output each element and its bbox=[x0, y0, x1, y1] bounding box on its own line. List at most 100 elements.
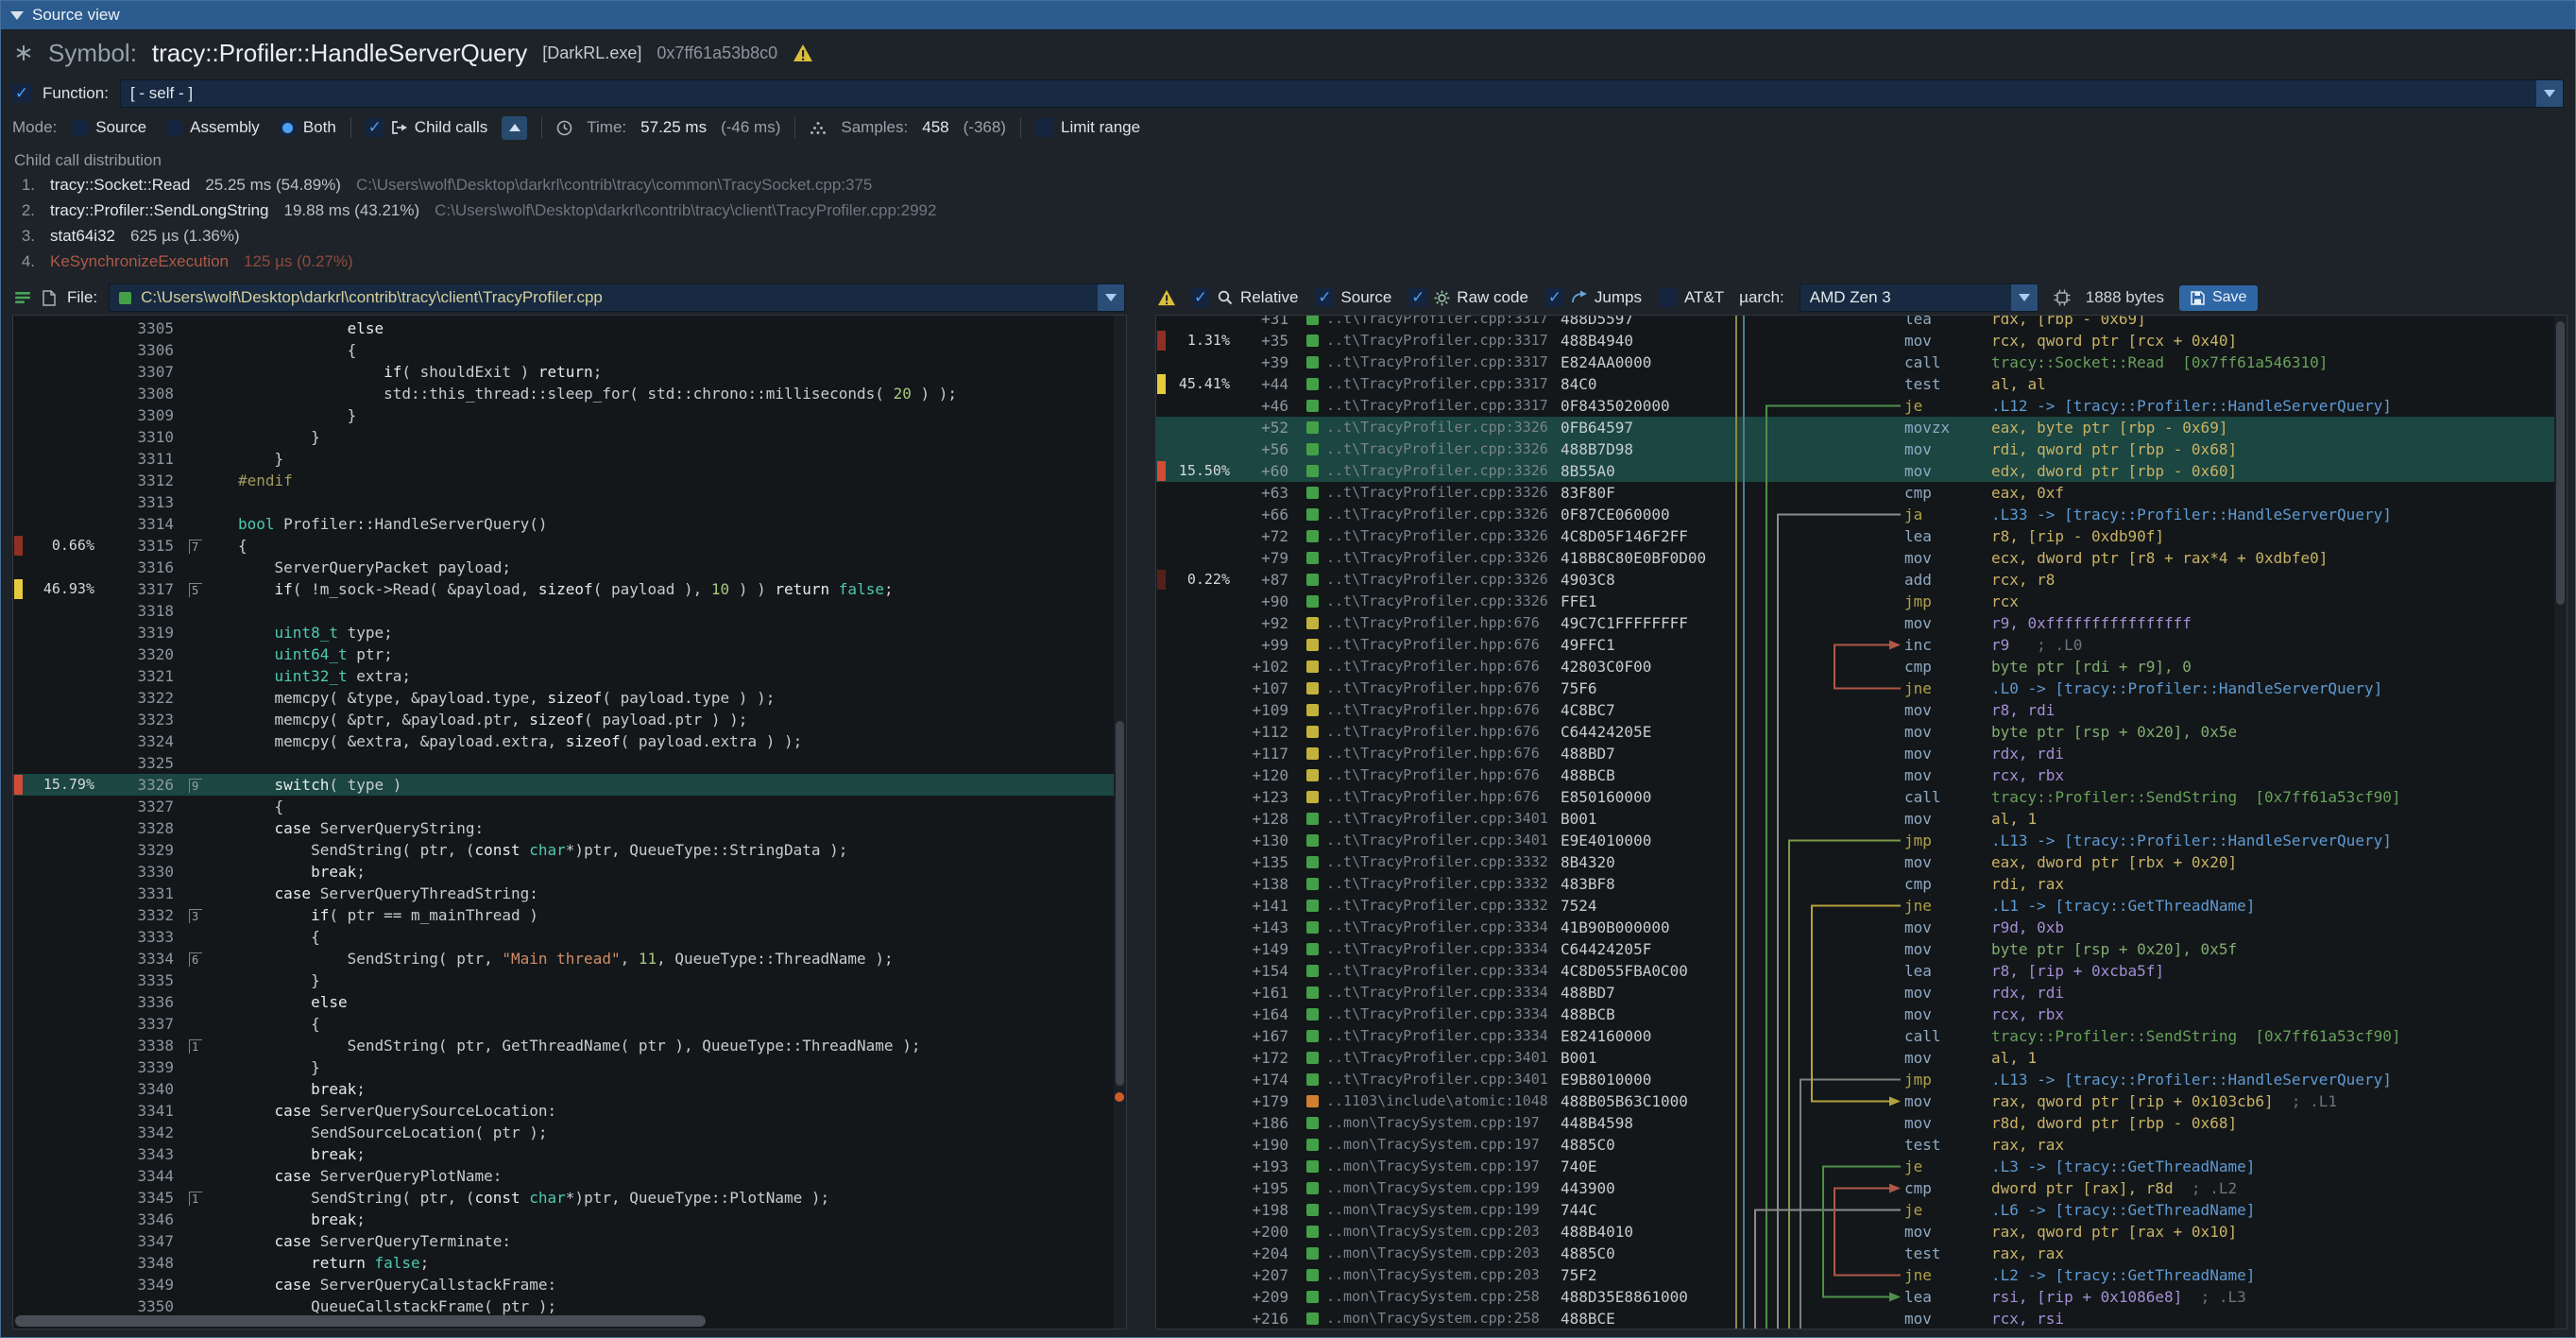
source-line[interactable]: 3331 case ServerQueryThreadString: bbox=[13, 883, 1126, 904]
source-line[interactable]: 3311 } bbox=[13, 448, 1126, 470]
asm-row[interactable]: +102..t\TracyProfiler.hpp:67642803C0F00c… bbox=[1156, 656, 2567, 678]
asm-row[interactable]: +31..t\TracyProfiler.cpp:3317488D5597lea… bbox=[1156, 315, 2567, 330]
asm-source-location[interactable]: ..t\TracyProfiler.cpp:3332 bbox=[1326, 895, 1561, 917]
mode-radio-assembly[interactable]: Assembly bbox=[165, 118, 260, 137]
asm-row[interactable]: +56..t\TracyProfiler.cpp:3326488B7D98mov… bbox=[1156, 438, 2567, 460]
parent-frame-button[interactable] bbox=[502, 116, 527, 140]
asm-row[interactable]: +143..t\TracyProfiler.cpp:333441B90B0000… bbox=[1156, 917, 2567, 938]
asm-row[interactable]: +90..t\TracyProfiler.cpp:3326FFE1jmprcx bbox=[1156, 591, 2567, 612]
asm-source-location[interactable]: ..t\TracyProfiler.cpp:3332 bbox=[1326, 873, 1561, 895]
source-line[interactable]: 3340 break; bbox=[13, 1078, 1126, 1100]
source-line[interactable]: 3341 case ServerQuerySourceLocation: bbox=[13, 1100, 1126, 1122]
asm-source-location[interactable]: ..mon\TracySystem.cpp:199 bbox=[1326, 1177, 1561, 1199]
asm-source-location[interactable]: ..t\TracyProfiler.cpp:3317 bbox=[1326, 330, 1561, 352]
asm-source-location[interactable]: ..t\TracyProfiler.cpp:3332 bbox=[1326, 851, 1561, 873]
source-line[interactable]: 3316 ServerQueryPacket payload; bbox=[13, 557, 1126, 578]
march-combo-button[interactable] bbox=[2011, 284, 2038, 311]
asm-row[interactable]: +190..mon\TracySystem.cpp:1974885C0testr… bbox=[1156, 1134, 2567, 1156]
asm-row[interactable]: +209..mon\TracySystem.cpp:258488D35E8861… bbox=[1156, 1286, 2567, 1308]
source-line[interactable]: 46.93%33175 if( !m_sock->Read( &payload,… bbox=[13, 578, 1126, 600]
function-checkbox[interactable] bbox=[12, 84, 31, 103]
asm-source-location[interactable]: ..t\TracyProfiler.hpp:676 bbox=[1326, 678, 1561, 699]
asm-source-location[interactable]: ..t\TracyProfiler.cpp:3401 bbox=[1326, 808, 1561, 830]
source-line[interactable]: 3307 if( shouldExit ) return; bbox=[13, 361, 1126, 383]
asm-row[interactable]: +135..t\TracyProfiler.cpp:33328B4320move… bbox=[1156, 851, 2567, 873]
asm-source-location[interactable]: ..mon\TracySystem.cpp:199 bbox=[1326, 1199, 1561, 1221]
asm-source-location[interactable]: ..mon\TracySystem.cpp:258 bbox=[1326, 1308, 1561, 1329]
asm-source-location[interactable]: ..mon\TracySystem.cpp:197 bbox=[1326, 1156, 1561, 1177]
asm-source-location[interactable]: ..t\TracyProfiler.cpp:3326 bbox=[1326, 504, 1561, 525]
source-line[interactable]: 3313 bbox=[13, 491, 1126, 513]
child-calls-toggle[interactable]: Child calls bbox=[366, 118, 487, 137]
source-line[interactable]: 3337 { bbox=[13, 1013, 1126, 1035]
function-combo[interactable]: [ - self - ] bbox=[120, 79, 2564, 108]
asm-source-location[interactable]: ..t\TracyProfiler.cpp:3401 bbox=[1326, 1069, 1561, 1090]
mode-radio-both[interactable]: Both bbox=[279, 118, 336, 137]
asm-row[interactable]: +130..t\TracyProfiler.cpp:3401E9E4010000… bbox=[1156, 830, 2567, 851]
source-line[interactable]: 3305 else bbox=[13, 317, 1126, 339]
source-line[interactable]: 3335 } bbox=[13, 969, 1126, 991]
source-line[interactable]: 3349 case ServerQueryCallstackFrame: bbox=[13, 1274, 1126, 1295]
asm-row[interactable]: 15.50%+60..t\TracyProfiler.cpp:33268B55A… bbox=[1156, 460, 2567, 482]
source-line[interactable]: 3310 } bbox=[13, 426, 1126, 448]
asm-row[interactable]: +179..1103\include\atomic:1048488B05B63C… bbox=[1156, 1090, 2567, 1112]
limit-range-checkbox[interactable] bbox=[1035, 118, 1054, 137]
source-line[interactable]: 3314bool Profiler::HandleServerQuery() bbox=[13, 513, 1126, 535]
asm-source-location[interactable]: ..t\TracyProfiler.cpp:3317 bbox=[1326, 315, 1561, 330]
asm-source-location[interactable]: ..t\TracyProfiler.cpp:3326 bbox=[1326, 460, 1561, 482]
asm-row[interactable]: +216..mon\TracySystem.cpp:258488BCEmovrc… bbox=[1156, 1308, 2567, 1329]
asm-row[interactable]: +92..t\TracyProfiler.hpp:67649C7C1FFFFFF… bbox=[1156, 612, 2567, 634]
file-combo[interactable]: C:\Users\wolf\Desktop\darkrl\contrib\tra… bbox=[109, 283, 1125, 312]
asm-toggle-relative[interactable]: Relative bbox=[1191, 288, 1298, 307]
source-line[interactable]: 3347 case ServerQueryTerminate: bbox=[13, 1230, 1126, 1252]
asm-row[interactable]: +164..t\TracyProfiler.cpp:3334488BCBmovr… bbox=[1156, 1004, 2567, 1025]
asm-source-location[interactable]: ..t\TracyProfiler.cpp:3334 bbox=[1326, 938, 1561, 960]
source-line[interactable]: 3327 { bbox=[13, 796, 1126, 817]
radio-circle[interactable] bbox=[71, 119, 89, 137]
asm-row[interactable]: 45.41%+44..t\TracyProfiler.cpp:331784C0t… bbox=[1156, 373, 2567, 395]
asm-row[interactable]: +141..t\TracyProfiler.cpp:33327524jne.L1… bbox=[1156, 895, 2567, 917]
function-combo-button[interactable] bbox=[2536, 80, 2563, 107]
source-line[interactable]: 3343 break; bbox=[13, 1143, 1126, 1165]
asm-source-location[interactable]: ..t\TracyProfiler.cpp:3326 bbox=[1326, 525, 1561, 547]
asm-toggle-source-checkbox[interactable] bbox=[1315, 288, 1334, 307]
assembly-vertical-scrollbar[interactable] bbox=[2554, 316, 2567, 1329]
asm-row[interactable]: +193..mon\TracySystem.cpp:197740Eje.L3 -… bbox=[1156, 1156, 2567, 1177]
asm-source-location[interactable]: ..t\TracyProfiler.cpp:3326 bbox=[1326, 591, 1561, 612]
child-call-item[interactable]: 3.stat64i32625 µs (1.36%) bbox=[14, 223, 2562, 249]
asm-row[interactable]: 0.22%+87..t\TracyProfiler.cpp:33264903C8… bbox=[1156, 569, 2567, 591]
source-line[interactable]: 3324 memcpy( &extra, &payload.extra, siz… bbox=[13, 730, 1126, 752]
asm-row[interactable]: +198..mon\TracySystem.cpp:199744Cje.L6 -… bbox=[1156, 1199, 2567, 1221]
file-combo-button[interactable] bbox=[1098, 284, 1124, 311]
asm-source-location[interactable]: ..t\TracyProfiler.hpp:676 bbox=[1326, 764, 1561, 786]
asm-row[interactable]: +149..t\TracyProfiler.cpp:3334C64424205F… bbox=[1156, 938, 2567, 960]
source-line[interactable]: 3318 bbox=[13, 600, 1126, 622]
asm-toggle-jumps-checkbox[interactable] bbox=[1545, 288, 1564, 307]
asm-toggle-jumps[interactable]: Jumps bbox=[1545, 288, 1642, 307]
asm-source-location[interactable]: ..mon\TracySystem.cpp:203 bbox=[1326, 1264, 1561, 1286]
asm-source-location[interactable]: ..t\TracyProfiler.cpp:3334 bbox=[1326, 960, 1561, 982]
asm-source-location[interactable]: ..t\TracyProfiler.hpp:676 bbox=[1326, 699, 1561, 721]
asm-row[interactable]: +46..t\TracyProfiler.cpp:33170F843502000… bbox=[1156, 395, 2567, 417]
asm-row[interactable]: +117..t\TracyProfiler.hpp:676488BD7movrd… bbox=[1156, 743, 2567, 764]
source-line[interactable]: 33451 SendString( ptr, (const char*)ptr,… bbox=[13, 1187, 1126, 1209]
asm-toggle-source[interactable]: Source bbox=[1315, 288, 1391, 307]
asm-source-location[interactable]: ..t\TracyProfiler.hpp:676 bbox=[1326, 786, 1561, 808]
asm-row[interactable]: +109..t\TracyProfiler.hpp:6764C8BC7movr8… bbox=[1156, 699, 2567, 721]
source-line[interactable]: 3319 uint8_t type; bbox=[13, 622, 1126, 643]
source-line[interactable]: 3309 } bbox=[13, 404, 1126, 426]
source-lines-icon[interactable] bbox=[14, 290, 31, 305]
asm-source-location[interactable]: ..t\TracyProfiler.hpp:676 bbox=[1326, 656, 1561, 678]
asm-row[interactable]: +39..t\TracyProfiler.cpp:3317E824AA0000c… bbox=[1156, 352, 2567, 373]
source-line[interactable]: 3346 break; bbox=[13, 1209, 1126, 1230]
source-line[interactable]: 3330 break; bbox=[13, 861, 1126, 883]
asm-row[interactable]: +112..t\TracyProfiler.hpp:676C64424205Em… bbox=[1156, 721, 2567, 743]
source-line[interactable]: 3350 QueueCallstackFrame( ptr ); bbox=[13, 1295, 1126, 1317]
source-line[interactable]: 3308 std::this_thread::sleep_for( std::c… bbox=[13, 383, 1126, 404]
asm-source-location[interactable]: ..t\TracyProfiler.hpp:676 bbox=[1326, 634, 1561, 656]
asm-row[interactable]: +200..mon\TracySystem.cpp:203488B4010mov… bbox=[1156, 1221, 2567, 1243]
asm-row[interactable]: +154..t\TracyProfiler.cpp:33344C8D055FBA… bbox=[1156, 960, 2567, 982]
asm-source-location[interactable]: ..t\TracyProfiler.cpp:3326 bbox=[1326, 482, 1561, 504]
asm-row[interactable]: +167..t\TracyProfiler.cpp:3334E824160000… bbox=[1156, 1025, 2567, 1047]
source-line[interactable]: 3339 } bbox=[13, 1056, 1126, 1078]
